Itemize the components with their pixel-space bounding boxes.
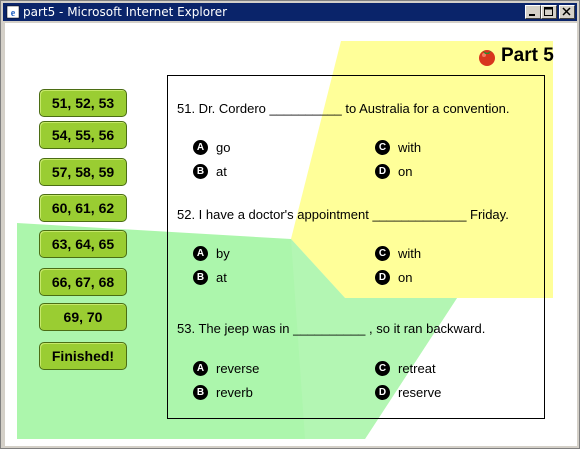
letter-a-icon: A: [193, 246, 208, 262]
nav-button-60-62[interactable]: 60, 61, 62: [39, 194, 127, 222]
tomato-icon: [479, 50, 495, 66]
option-51-d[interactable]: Don: [375, 163, 412, 180]
letter-b-icon: B: [193, 270, 208, 286]
option-52-a[interactable]: Aby: [193, 245, 230, 262]
option-52-c[interactable]: Cwith: [375, 245, 421, 262]
option-51-a[interactable]: Ago: [193, 139, 230, 156]
letter-c-icon: C: [375, 140, 390, 156]
ie-icon: e: [6, 5, 20, 19]
minimize-icon: [529, 14, 535, 16]
letter-d-icon: D: [375, 270, 390, 286]
letter-a-icon: A: [193, 361, 208, 377]
option-51-c[interactable]: Cwith: [375, 139, 421, 156]
letter-c-icon: C: [375, 361, 390, 377]
option-52-b[interactable]: Bat: [193, 269, 227, 286]
question-53: 53. The jeep was in __________ , so it r…: [177, 321, 486, 336]
letter-c-icon: C: [375, 246, 390, 262]
nav-button-69-70[interactable]: 69, 70: [39, 303, 127, 331]
question-51: 51. Dr. Cordero __________ to Australia …: [177, 101, 510, 116]
title-bar[interactable]: e part5 - Microsoft Internet Explorer: [3, 3, 577, 21]
letter-d-icon: D: [375, 164, 390, 180]
maximize-button[interactable]: [541, 5, 557, 19]
close-button[interactable]: [559, 5, 575, 19]
question-52: 52. I have a doctor's appointment ______…: [177, 207, 509, 222]
svg-text:e: e: [11, 8, 16, 19]
maximize-icon: [544, 7, 553, 16]
finished-button[interactable]: Finished!: [39, 342, 127, 370]
nav-button-54-56[interactable]: 54, 55, 56: [39, 121, 127, 149]
close-icon: [562, 7, 571, 16]
nav-button-51-53[interactable]: 51, 52, 53: [39, 89, 127, 117]
minimize-button[interactable]: [525, 5, 541, 19]
letter-b-icon: B: [193, 385, 208, 401]
page-content: Part 5 51, 52, 53 54, 55, 56 57, 58, 59 …: [5, 23, 577, 446]
letter-d-icon: D: [375, 385, 390, 401]
window-title: part5 - Microsoft Internet Explorer: [23, 5, 228, 19]
option-53-d[interactable]: Dreserve: [375, 384, 441, 401]
page-title: Part 5: [501, 45, 554, 66]
letter-b-icon: B: [193, 164, 208, 180]
letter-a-icon: A: [193, 140, 208, 156]
browser-window: e part5 - Microsoft Internet Explorer Pa…: [0, 0, 580, 449]
nav-button-63-65[interactable]: 63, 64, 65: [39, 230, 127, 258]
option-53-c[interactable]: Cretreat: [375, 360, 436, 377]
option-53-a[interactable]: Areverse: [193, 360, 259, 377]
nav-button-66-68[interactable]: 66, 67, 68: [39, 268, 127, 296]
option-53-b[interactable]: Breverb: [193, 384, 253, 401]
nav-button-57-59[interactable]: 57, 58, 59: [39, 158, 127, 186]
option-51-b[interactable]: Bat: [193, 163, 227, 180]
option-52-d[interactable]: Don: [375, 269, 412, 286]
